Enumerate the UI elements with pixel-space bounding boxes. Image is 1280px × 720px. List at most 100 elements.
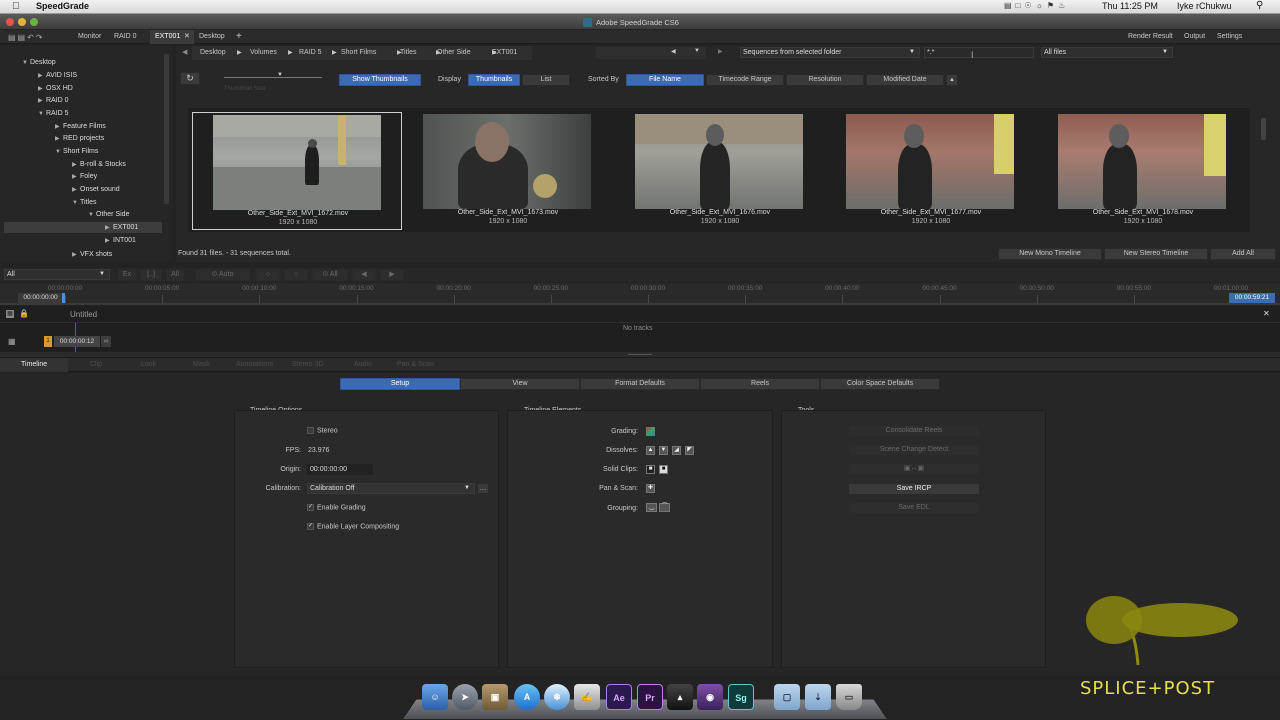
save-ircp-button[interactable]: Save IRCP [848, 483, 980, 495]
show-thumbnails-button[interactable]: Show Thumbnails [339, 74, 421, 86]
dropdown-icon[interactable]: ▼ [1162, 48, 1168, 57]
tree-item-short-films[interactable]: ▼ Short Films [55, 148, 98, 155]
expanded-icon[interactable]: ▼ [55, 149, 63, 155]
minimize-window-icon[interactable] [18, 18, 26, 26]
collapsed-icon[interactable]: ▶ [72, 161, 80, 168]
thumbnails-view-button[interactable]: Thumbnails [468, 74, 520, 86]
solid-black-icon[interactable]: ■ [646, 465, 655, 474]
speedgrade-icon[interactable]: Sg [728, 684, 754, 710]
link-icon[interactable]: ∞ [101, 336, 111, 347]
add-tab-icon[interactable]: + [236, 31, 242, 42]
tree-scrollbar[interactable] [164, 54, 169, 204]
checked-icon[interactable]: ✓ [307, 504, 314, 511]
zoom-window-icon[interactable] [30, 18, 38, 26]
mark-all-button[interactable]: ⊙ All [312, 269, 348, 281]
crumb-raid5[interactable]: RAID 5 [299, 49, 322, 56]
crumb-titles[interactable]: Titles [400, 49, 416, 56]
close-tab-icon[interactable]: ✕ [184, 32, 190, 40]
calibration-select[interactable]: Calibration Off ▼ [307, 483, 475, 494]
spotlight-icon[interactable]: ⚲ [1256, 0, 1263, 11]
tree-item-desktop[interactable]: ▼ Desktop [22, 59, 56, 66]
browser-scrollbar[interactable] [1261, 118, 1266, 140]
dropdown-icon[interactable]: ▼ [909, 48, 915, 57]
sort-timecode-button[interactable]: Timecode Range [706, 74, 784, 86]
user-name[interactable]: Iyke rChukwu [1177, 1, 1232, 11]
origin-input[interactable]: 00:00:00:00 [307, 464, 373, 475]
calibration-browse-button[interactable]: … [477, 483, 489, 494]
apple-icon[interactable]:  [12, 1, 20, 12]
tab-render-result[interactable]: Render Result [1128, 33, 1173, 40]
tab-monitor[interactable]: Monitor [78, 33, 101, 40]
tab-stereo-3d[interactable]: Stereo 3D [292, 361, 324, 368]
close-window-icon[interactable] [6, 18, 14, 26]
all-button[interactable]: All [166, 269, 184, 281]
subtab-setup[interactable]: Setup [340, 378, 460, 390]
auto-button[interactable]: ⊙ Auto [195, 269, 250, 281]
crumb-separator-icon[interactable]: ▶ [288, 49, 293, 56]
playhead-marker[interactable] [62, 293, 65, 303]
range-button[interactable]: [..] [140, 269, 162, 281]
file-type-select[interactable]: All files ▼ [1041, 47, 1173, 58]
checkbox-icon[interactable] [307, 427, 314, 434]
crumb-volumes[interactable]: Volumes [250, 49, 277, 56]
tree-item-red-projects[interactable]: ▶ RED projects [55, 135, 104, 142]
tree-item-titles[interactable]: ▼ Titles [72, 199, 96, 206]
enable-grading-checkbox[interactable]: ✓ Enable Grading [307, 504, 366, 511]
expanded-icon[interactable]: ▼ [88, 212, 96, 218]
subtab-format-defaults[interactable]: Format Defaults [580, 378, 700, 390]
crumb-short-films[interactable]: Short Films [341, 49, 376, 56]
tree-item-other-side[interactable]: ▼ Other Side [88, 211, 129, 218]
track-menu-icon[interactable]: ▦ [8, 337, 16, 346]
collapsed-icon[interactable]: ▶ [38, 97, 46, 104]
tab-ext001[interactable]: EXT001 ✕ [150, 30, 194, 44]
mark-in-button[interactable]: ○ [256, 269, 280, 281]
dissolve-ramp-icon[interactable]: ◢ [672, 446, 681, 455]
clock[interactable]: Thu 11:25 PM [1102, 1, 1158, 11]
slider-handle-icon[interactable]: ▼ [277, 72, 283, 78]
subtab-color-space-defaults[interactable]: Color Space Defaults [820, 378, 940, 390]
applications-folder-icon[interactable]: ▢ [774, 684, 800, 710]
back-icon[interactable]: ◀ [182, 48, 187, 56]
dropdown-icon[interactable]: ▼ [464, 484, 470, 493]
status-icons[interactable]: ▤□☉☼⚑♨ [1004, 1, 1069, 10]
crumb-desktop[interactable]: Desktop [200, 49, 226, 56]
tab-mask[interactable]: Mask [193, 361, 210, 368]
thumbnail-size-slider[interactable] [224, 77, 322, 78]
tree-item-avid-isis[interactable]: ▶ AVID ISIS [38, 72, 77, 79]
filter-input[interactable]: *.* [924, 47, 1034, 58]
app-store-icon[interactable]: A [514, 684, 540, 710]
safari-icon[interactable]: ❄ [544, 684, 570, 710]
tab-timeline[interactable]: Timeline [0, 358, 68, 372]
premiere-icon[interactable]: Pr [637, 684, 663, 710]
collapsed-icon[interactable]: ▶ [55, 123, 63, 130]
trash-icon[interactable]: ▭ [836, 684, 862, 710]
after-effects-icon[interactable]: Ae [606, 684, 632, 710]
tree-item-onset-sound[interactable]: ▶ Onset sound [72, 186, 120, 193]
photo-booth-icon[interactable]: ▣ [482, 684, 508, 710]
dropdown-icon[interactable]: ▼ [694, 48, 700, 54]
tree-item-broll[interactable]: ▶ B-roll & Stocks [72, 161, 126, 168]
thumbnail-item[interactable]: Other_Side_Ext_MVI_1676.mov 1920 x 1080 [615, 112, 825, 230]
tree-item-vfx-shots[interactable]: ▶ VFX shots [72, 251, 112, 258]
collapsed-icon[interactable]: ▶ [105, 224, 113, 231]
sort-direction-button[interactable]: ▲ [946, 74, 958, 86]
tree-item-osx-hd[interactable]: ▶ OSX HD [38, 85, 73, 92]
dissolve-in-icon[interactable]: ▲ [646, 446, 655, 455]
tree-item-raid0[interactable]: ▶ RAID 0 [38, 97, 69, 104]
sort-modified-date-button[interactable]: Modified Date [866, 74, 944, 86]
subtab-view[interactable]: View [460, 378, 580, 390]
tree-item-int001[interactable]: ▶ INT001 [105, 237, 136, 244]
downloads-folder-icon[interactable]: ⇣ [805, 684, 831, 710]
collapsed-icon[interactable]: ▶ [72, 251, 80, 258]
new-stereo-timeline-button[interactable]: New Stereo Timeline [1104, 248, 1208, 260]
new-mono-timeline-button[interactable]: New Mono Timeline [998, 248, 1102, 260]
forward-icon[interactable]: ▶ [718, 48, 723, 55]
tab-settings[interactable]: Settings [1217, 33, 1242, 40]
expanded-icon[interactable]: ▼ [22, 60, 30, 66]
playhead-handle-icon[interactable]: 1 [44, 336, 52, 347]
close-timeline-icon[interactable]: ✕ [1263, 309, 1270, 318]
dissolve-cross-icon[interactable]: ◤ [685, 446, 694, 455]
clapper-icon[interactable]: ✍ [574, 684, 600, 710]
collapsed-icon[interactable]: ▶ [72, 186, 80, 193]
save-edl-button[interactable]: Save EDL [848, 502, 980, 514]
